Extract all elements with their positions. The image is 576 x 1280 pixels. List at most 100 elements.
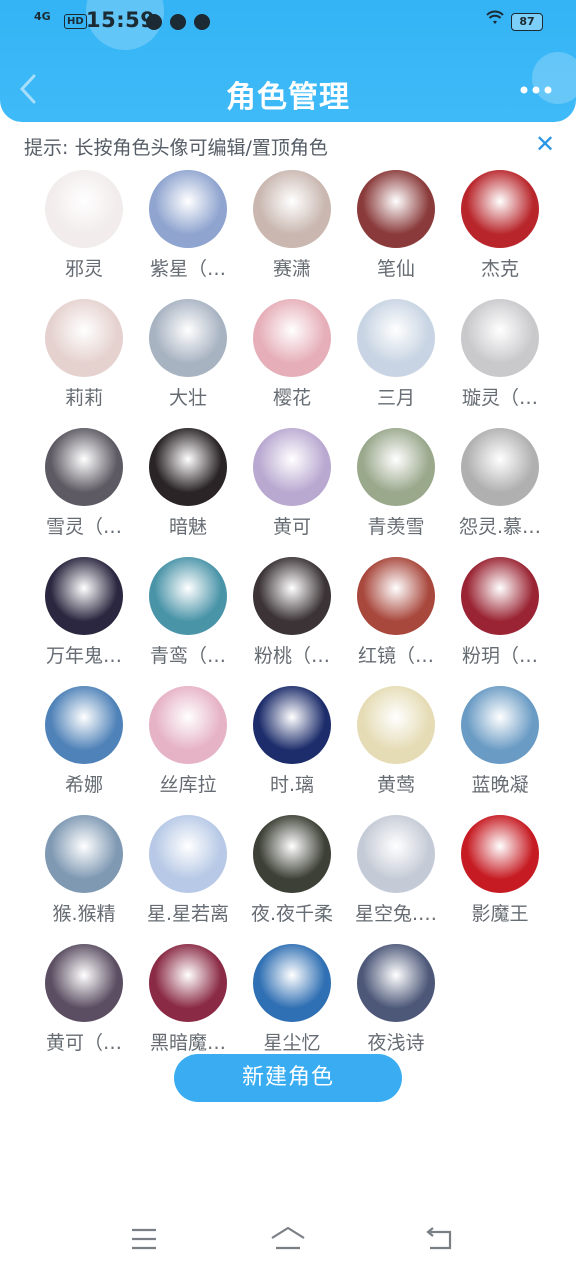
role-item[interactable]: 樱花 xyxy=(240,299,344,428)
role-name: 星.星若离 xyxy=(146,903,230,925)
role-avatar[interactable] xyxy=(253,944,331,1022)
back-icon[interactable] xyxy=(420,1224,460,1254)
role-avatar[interactable] xyxy=(45,299,123,377)
role-avatar[interactable] xyxy=(253,299,331,377)
battery-indicator: 87 xyxy=(511,13,543,31)
role-item[interactable]: 黄可 xyxy=(240,428,344,557)
role-item[interactable]: 莉莉 xyxy=(32,299,136,428)
role-item[interactable]: 黄莺 xyxy=(344,686,448,815)
role-name: 希娜 xyxy=(64,774,103,796)
close-icon[interactable]: ✕ xyxy=(533,130,557,158)
role-item[interactable]: 时.璃 xyxy=(240,686,344,815)
role-item[interactable]: 大壮 xyxy=(136,299,240,428)
role-name: 黄莺 xyxy=(376,774,415,796)
role-avatar[interactable] xyxy=(357,815,435,893)
role-avatar[interactable] xyxy=(149,428,227,506)
role-item[interactable]: 青鸾（… xyxy=(136,557,240,686)
hint-text: 提示: 长按角色头像可编辑/置顶角色 xyxy=(24,137,328,159)
role-item[interactable]: 杰克 xyxy=(448,170,552,299)
menu-icon[interactable] xyxy=(124,1224,164,1254)
role-avatar[interactable] xyxy=(357,428,435,506)
role-name: 紫星（… xyxy=(149,258,226,280)
notification-icon xyxy=(170,14,186,30)
role-avatar[interactable] xyxy=(149,170,227,248)
role-name: 雪灵（… xyxy=(45,516,122,538)
role-name: 赛潇 xyxy=(272,258,311,280)
role-avatar[interactable] xyxy=(253,815,331,893)
role-avatar[interactable] xyxy=(357,170,435,248)
role-avatar[interactable] xyxy=(45,557,123,635)
role-item[interactable]: 星空兔.… xyxy=(344,815,448,944)
role-item[interactable]: 暗魅 xyxy=(136,428,240,557)
role-name: 时.璃 xyxy=(269,774,315,796)
role-avatar[interactable] xyxy=(357,299,435,377)
role-avatar[interactable] xyxy=(253,170,331,248)
role-avatar[interactable] xyxy=(149,944,227,1022)
role-avatar[interactable] xyxy=(357,686,435,764)
notification-icon xyxy=(146,14,162,30)
role-item[interactable]: 万年鬼… xyxy=(32,557,136,686)
role-item[interactable]: 璇灵（… xyxy=(448,299,552,428)
role-item[interactable]: 笔仙 xyxy=(344,170,448,299)
role-item[interactable]: 粉玥（… xyxy=(448,557,552,686)
role-item[interactable]: 粉桃（… xyxy=(240,557,344,686)
role-name: 怨灵.慕… xyxy=(458,516,542,538)
role-item[interactable]: 星.星若离 xyxy=(136,815,240,944)
wifi-icon xyxy=(486,10,504,30)
role-item[interactable]: 红镜（… xyxy=(344,557,448,686)
more-dots-icon[interactable] xyxy=(516,80,556,104)
role-name: 三月 xyxy=(376,387,415,409)
role-name: 粉玥（… xyxy=(461,645,538,667)
role-avatar[interactable] xyxy=(45,815,123,893)
role-avatar[interactable] xyxy=(357,944,435,1022)
role-avatar[interactable] xyxy=(461,686,539,764)
role-item[interactable]: 希娜 xyxy=(32,686,136,815)
role-item[interactable]: 紫星（… xyxy=(136,170,240,299)
role-avatar[interactable] xyxy=(461,815,539,893)
role-avatar[interactable] xyxy=(45,170,123,248)
role-avatar[interactable] xyxy=(253,557,331,635)
role-item[interactable]: 黄可（… xyxy=(32,944,136,1073)
notification-icon xyxy=(194,14,210,30)
role-avatar[interactable] xyxy=(45,944,123,1022)
role-item[interactable]: 赛潇 xyxy=(240,170,344,299)
role-name: 丝库拉 xyxy=(159,774,217,796)
role-item[interactable]: 蓝晚凝 xyxy=(448,686,552,815)
role-avatar[interactable] xyxy=(149,815,227,893)
role-item[interactable]: 丝库拉 xyxy=(136,686,240,815)
role-name: 青羡雪 xyxy=(367,516,425,538)
role-item[interactable]: 怨灵.慕… xyxy=(448,428,552,557)
role-name: 笔仙 xyxy=(376,258,415,280)
role-item[interactable]: 夜.夜千柔 xyxy=(240,815,344,944)
role-avatar[interactable] xyxy=(253,428,331,506)
role-avatar[interactable] xyxy=(461,170,539,248)
role-name: 杰克 xyxy=(480,258,519,280)
role-avatar[interactable] xyxy=(45,686,123,764)
role-name: 暗魅 xyxy=(168,516,207,538)
role-avatar[interactable] xyxy=(149,686,227,764)
role-item[interactable]: 猴.猴精 xyxy=(32,815,136,944)
role-avatar[interactable] xyxy=(461,428,539,506)
role-avatar[interactable] xyxy=(461,299,539,377)
home-icon[interactable] xyxy=(268,1224,308,1254)
role-item[interactable]: 青羡雪 xyxy=(344,428,448,557)
role-avatar[interactable] xyxy=(357,557,435,635)
role-name: 万年鬼… xyxy=(45,645,122,667)
role-avatar[interactable] xyxy=(461,557,539,635)
role-name: 星空兔.… xyxy=(354,903,438,925)
role-item[interactable]: 邪灵 xyxy=(32,170,136,299)
role-avatar[interactable] xyxy=(149,557,227,635)
role-item[interactable]: 雪灵（… xyxy=(32,428,136,557)
page-title: 角色管理 xyxy=(226,80,350,115)
role-name: 夜浅诗 xyxy=(367,1032,425,1054)
role-item[interactable]: 影魔王 xyxy=(448,815,552,944)
role-name: 影魔王 xyxy=(471,903,529,925)
new-role-button[interactable]: 新建角色 xyxy=(174,1054,402,1102)
role-avatar[interactable] xyxy=(45,428,123,506)
role-avatar[interactable] xyxy=(253,686,331,764)
header-bar: 4G HD 15:59 87 角色管理 xyxy=(0,0,576,122)
role-name: 蓝晚凝 xyxy=(471,774,529,796)
role-name: 红镜（… xyxy=(357,645,434,667)
role-avatar[interactable] xyxy=(149,299,227,377)
role-item[interactable]: 三月 xyxy=(344,299,448,428)
